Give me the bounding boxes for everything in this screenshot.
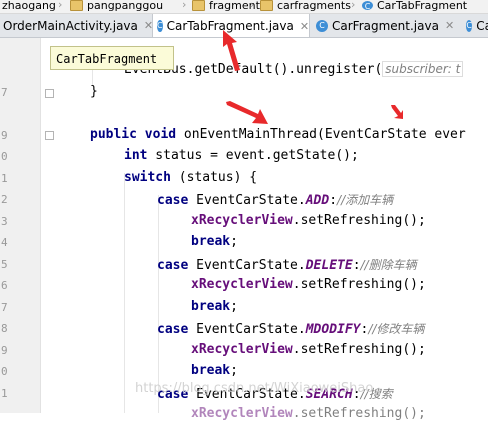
line-number: 9 — [1, 129, 8, 142]
editor-tab-bar: OrderMainActivity.java ✕ C CarTabFragmen… — [0, 14, 488, 38]
code-line: break; — [191, 299, 238, 314]
line-number: 7 — [1, 86, 8, 99]
code-line: xRecyclerView.setRefreshing(); — [191, 213, 426, 228]
red-arrow-icon — [223, 30, 240, 71]
line-number: 0 — [1, 365, 8, 378]
tab-carfragment[interactable]: C CarFragment.java ✕ — [312, 14, 462, 37]
tab-tooltip: CarTabFragment — [50, 46, 174, 70]
watermark: https://blog.csdn.net/WiXiaoweiShao — [135, 381, 374, 396]
code-editor[interactable]: 7 9 0 1 2 3 4 5 6 7 8 9 0 1 EventBus.get… — [0, 38, 488, 421]
folder-icon — [70, 0, 83, 11]
breadcrumb-item-carfragments[interactable]: carfragments — [260, 0, 351, 13]
code-line: xRecyclerView.setRefreshing(); — [191, 406, 426, 421]
line-number-gutter: 7 9 0 1 2 3 4 5 6 7 8 9 0 1 — [0, 38, 41, 413]
line-number: 2 — [1, 193, 8, 206]
code-line: case EventCarState.DELETE://删除车辆 — [157, 258, 417, 273]
code-line: switch (status) { — [124, 170, 258, 185]
line-number: 1 — [1, 172, 8, 185]
code-line: } — [90, 84, 98, 99]
tab-ordermainactivity[interactable]: OrderMainActivity.java ✕ — [0, 14, 153, 37]
class-icon: C — [157, 20, 163, 32]
code-line: xRecyclerView.setRefreshing(); — [191, 277, 426, 292]
class-icon: C — [316, 19, 328, 32]
breadcrumb-item-zhaogang[interactable]: zhaogang — [2, 0, 56, 13]
fold-marker-icon[interactable] — [45, 89, 54, 98]
code-line: break; — [191, 363, 238, 378]
indent-guide — [124, 173, 125, 413]
line-number: 1 — [1, 387, 8, 400]
folder-icon — [192, 0, 205, 11]
code-line: EventBus.getDefault().unregister(subscri… — [124, 61, 464, 77]
code-line: case EventCarState.ADD://添加车辆 — [157, 193, 394, 208]
class-icon: C — [362, 0, 373, 11]
close-icon[interactable]: ✕ — [445, 19, 454, 32]
breadcrumb-item-cartabfragment[interactable]: C CarTabFragment — [362, 0, 467, 13]
breadcrumb-separator: › — [250, 0, 255, 11]
code-line: xRecyclerView.setRefreshing(); — [191, 342, 426, 357]
red-arrow-icon — [391, 105, 403, 119]
class-icon: C — [466, 19, 473, 32]
breadcrumb: zhaogang › pangpanggou › fragment › carf… — [0, 0, 488, 14]
breadcrumb-item-pangpanggou[interactable]: pangpanggou — [70, 0, 163, 13]
line-number: 5 — [1, 258, 8, 271]
folder-icon — [260, 0, 273, 11]
code-line: int status = event.getState(); — [124, 148, 359, 163]
code-line: public void onEventMainThread(EventCarSt… — [90, 127, 466, 142]
line-number: 6 — [1, 279, 8, 292]
breadcrumb-separator: › — [351, 0, 356, 11]
line-number: 4 — [1, 236, 8, 249]
line-number: 7 — [1, 301, 8, 314]
breadcrumb-separator: › — [58, 0, 63, 11]
breadcrumb-separator: › — [182, 0, 187, 11]
red-arrow-icon — [226, 101, 268, 124]
fold-marker-icon[interactable] — [45, 131, 54, 140]
line-number: 3 — [1, 215, 8, 228]
line-number: 0 — [1, 150, 8, 163]
line-number: 9 — [1, 344, 8, 357]
tab-ca[interactable]: C Ca — [462, 14, 488, 37]
close-icon[interactable]: ✕ — [300, 20, 309, 33]
code-line: case EventCarState.MDODIFY://修改车辆 — [157, 322, 425, 337]
code-line: break; — [191, 234, 238, 249]
line-number: 8 — [1, 322, 8, 335]
